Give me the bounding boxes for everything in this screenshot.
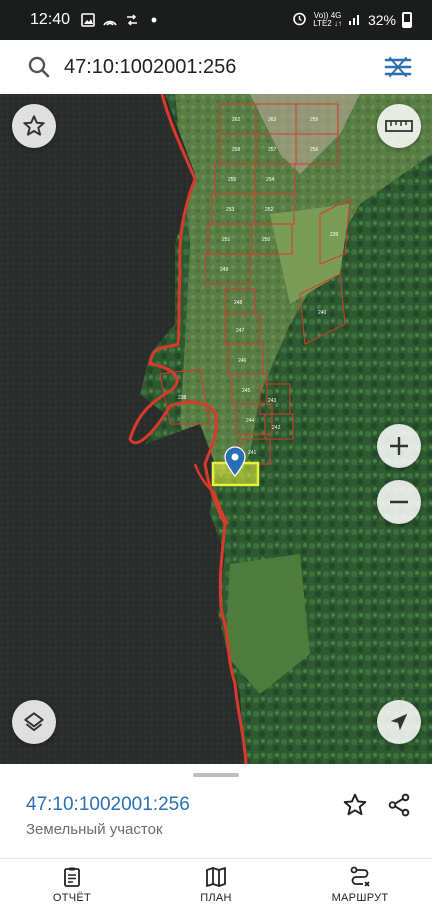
parcel-label: 238 (178, 395, 187, 401)
my-location-button[interactable] (377, 700, 421, 744)
nav-report[interactable]: ОТЧЁТ (0, 859, 144, 910)
parcel-label: 246 (238, 358, 247, 364)
route-icon (350, 866, 370, 887)
nav-report-label: ОТЧЁТ (52, 892, 92, 904)
parcel-label: 240 (318, 310, 327, 316)
filter-icon[interactable] (384, 55, 412, 79)
map-icon (206, 867, 226, 887)
parcel-label: 239 (330, 232, 339, 238)
gallery-icon (80, 12, 96, 28)
parcel-label: 258 (232, 147, 241, 153)
network-type: Vo)) 4G LTE2 ↓↑ (313, 12, 342, 28)
search-input[interactable] (64, 55, 384, 79)
satellite-map: 262 263 259 258 257 256 255 254 253 252 … (0, 94, 432, 764)
star-outline-icon (23, 115, 45, 136)
layers-icon (24, 712, 44, 732)
nav-route[interactable]: МАРШРУТ (288, 859, 432, 910)
favorite-star-icon[interactable] (342, 792, 368, 818)
parcel-label: 251 (222, 237, 231, 243)
network-bottom: LTE2 ↓↑ (313, 19, 342, 28)
ruler-icon (385, 120, 413, 132)
parcel-label: 247 (236, 328, 245, 334)
zoom-out-button[interactable] (377, 480, 421, 524)
parcel-label: 250 (262, 237, 271, 243)
parcel-label: 245 (242, 388, 251, 394)
parcel-label: 253 (226, 207, 235, 213)
share-icon[interactable] (386, 792, 412, 818)
battery-icon (402, 12, 412, 28)
nav-plan[interactable]: ПЛАН (144, 859, 288, 910)
parcel-label: 255 (228, 177, 237, 183)
parcel-type: Земельный участок (26, 821, 163, 838)
plus-icon (390, 437, 408, 455)
parcel-label: 256 (310, 147, 319, 153)
parcel-label: 252 (265, 207, 274, 213)
parcel-label: 244 (246, 418, 255, 424)
status-time: 12:40 (30, 11, 71, 28)
parcel-info-sheet[interactable]: 47:10:1002001:256 Земельный участок (0, 764, 432, 858)
parcel-label: 241 (248, 450, 257, 456)
clipboard-icon (64, 867, 80, 887)
data-saver-icon (124, 12, 140, 28)
map-view[interactable]: 262 263 259 258 257 256 255 254 253 252 … (0, 94, 432, 764)
battery-percent: 32% (367, 12, 396, 28)
zoom-in-button[interactable] (377, 424, 421, 468)
search-icon[interactable] (26, 54, 52, 80)
parcel-label: 257 (268, 147, 277, 153)
status-bar: 12:40 • Vo)) 4G LTE2 ↓↑ 32% (0, 0, 432, 40)
hotspot-icon (102, 12, 118, 28)
status-right: Vo)) 4G LTE2 ↓↑ 32% (292, 11, 412, 29)
parcel-label: 262 (232, 117, 241, 123)
parcel-label: 249 (220, 267, 229, 273)
parcel-label: 243 (268, 398, 277, 404)
parcel-label: 242 (272, 425, 281, 431)
signal-icon (348, 12, 362, 29)
parcel-label: 248 (234, 300, 243, 306)
search-bar (0, 40, 432, 94)
alarm-icon (292, 11, 307, 29)
ruler-button[interactable] (377, 104, 421, 148)
sheet-drag-handle[interactable] (193, 773, 239, 777)
notification-dot-icon: • (150, 9, 158, 30)
nav-plan-label: ПЛАН (200, 892, 232, 904)
minus-icon (390, 500, 408, 504)
bottom-navigation: ОТЧЁТ ПЛАН МАРШРУТ (0, 858, 432, 910)
parcel-label: 259 (310, 117, 319, 123)
nav-route-label: МАРШРУТ (331, 892, 389, 904)
navigation-arrow-icon (390, 713, 408, 731)
cadastral-number[interactable]: 47:10:1002001:256 (26, 794, 190, 816)
parcel-label: 263 (268, 117, 277, 123)
layers-button[interactable] (12, 700, 56, 744)
favorite-map-button[interactable] (12, 104, 56, 148)
parcel-label: 254 (266, 177, 275, 183)
